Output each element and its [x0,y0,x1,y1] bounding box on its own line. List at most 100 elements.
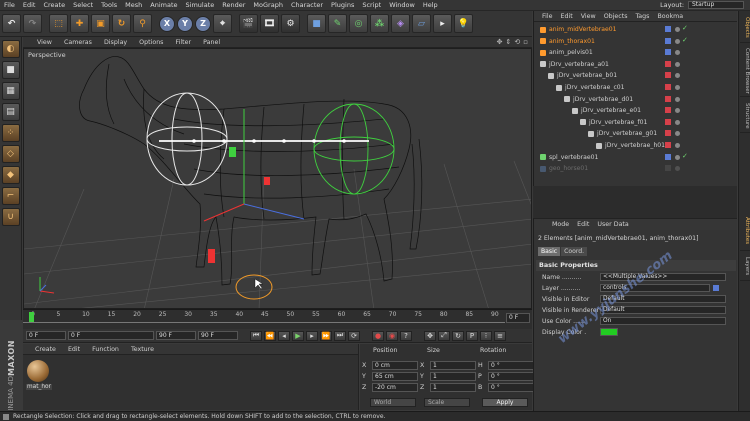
am-menu-edit[interactable]: Edit [573,221,593,228]
array-icon[interactable]: ⁂ [370,14,389,33]
render-picture-viewer-icon[interactable]: 🎞 [260,14,279,33]
visibility-dot[interactable] [675,61,680,67]
current-frame-field[interactable]: 0 F [506,313,530,323]
menu-mesh[interactable]: Mesh [121,1,146,9]
object-row[interactable]: anim_thorax01 ✓ [534,36,738,47]
layer-color-swatch[interactable] [665,60,671,67]
visibility-dot[interactable] [675,38,680,44]
menu-render[interactable]: Render [218,1,249,9]
make-editable-icon[interactable]: ◐ [1,40,20,58]
viewport-menu-filter[interactable]: Filter [169,39,197,46]
layer-color-swatch[interactable] [665,84,671,90]
key-pla-icon[interactable]: ⁝ [480,330,492,341]
object-name[interactable]: jDrv_vertebrae_c01 [565,84,625,91]
step-back-icon[interactable]: ◂ [278,330,290,341]
step-forward-icon[interactable]: ▸ [306,330,318,341]
apply-button[interactable]: Apply [482,398,528,407]
layer-color-swatch[interactable] [665,130,671,137]
last-tool-icon[interactable]: ⚲ [133,14,152,33]
viewport-menu-cameras[interactable]: Cameras [58,39,98,46]
keyframe-selection-icon[interactable]: ? [400,330,412,341]
visibility-dot[interactable] [675,143,680,148]
workplane-icon[interactable]: ▤ [1,103,20,121]
side-tab-content-browser[interactable]: Content Browser [740,45,750,97]
layer-color-swatch[interactable] [665,153,671,160]
layer-color-swatch[interactable] [665,95,671,102]
thorax-control-sphere[interactable] [146,92,228,186]
preview-max-field[interactable]: 90 F [156,331,196,340]
object-name[interactable]: geo_horse01 [549,165,588,172]
position-y-field[interactable]: 65 cm [372,372,418,381]
object-row[interactable]: jDrv_vertebrae_e01 [534,105,738,116]
bend-deformer-icon[interactable]: ◈ [391,14,410,33]
name-field[interactable]: <<Multiple Values>> [600,273,726,281]
layer-color-swatch[interactable] [665,72,671,79]
enabled-check-icon[interactable]: ✓ [682,36,688,44]
layout-dropdown[interactable]: Startup [688,1,744,9]
light-icon[interactable]: 💡 [454,14,473,33]
side-tab-layers[interactable]: Layers [740,253,750,281]
enabled-check-icon[interactable]: ✓ [682,152,688,160]
object-name[interactable]: anim_midVertebrae01 [549,26,616,33]
render-settings-icon[interactable]: ⚙ [281,14,300,33]
axis-mode-icon[interactable]: ⌐ [1,187,20,205]
menu-help[interactable]: Help [419,1,442,9]
enabled-check-icon[interactable]: ✓ [682,24,688,32]
timeline-menu-icon[interactable]: ≡ [494,330,506,341]
go-to-end-icon[interactable]: ⏭ [334,330,346,341]
material-name[interactable]: mat_hor [26,384,52,390]
visible-renderer-dropdown[interactable]: Default [600,306,726,314]
x-axis-lock-icon[interactable]: X [159,15,175,32]
object-row[interactable]: spl_vertebrae01 ✓ [534,152,738,163]
key-scale-icon[interactable]: ⤢ [438,330,450,341]
object-name[interactable]: anim_thorax01 [549,38,595,45]
use-color-dropdown[interactable]: On [600,317,726,325]
menu-file[interactable]: File [0,1,19,9]
timeline-ruler[interactable]: 051015202530354045505560657075808590 0 F [23,309,532,329]
material-menu-create[interactable]: Create [29,346,62,353]
key-rotation-icon[interactable]: ↻ [452,330,464,341]
menu-window[interactable]: Window [385,1,419,9]
menu-script[interactable]: Script [358,1,385,9]
layer-color-swatch[interactable] [665,118,671,125]
pelvis-control-sphere[interactable] [313,103,395,195]
layer-color-swatch[interactable] [665,26,671,32]
om-menu-bookmarks[interactable]: Bookma [653,13,687,20]
position-x-field[interactable]: 0 cm [372,361,418,370]
3d-viewport[interactable]: Perspective [23,48,532,309]
rotation-p-field[interactable]: 0 ° [488,372,534,381]
tab-basic[interactable]: Basic [538,247,561,256]
previous-key-icon[interactable]: ⏪ [264,330,276,341]
orbit-icon[interactable]: ⟲ [514,38,520,46]
visibility-dot[interactable] [675,85,680,90]
playhead[interactable] [29,312,34,322]
viewport-menu-panel[interactable]: Panel [197,39,226,46]
object-name[interactable]: jDrv_vertebrae_a01 [549,61,609,68]
am-menu-userdata[interactable]: User Data [593,221,632,228]
size-x-field[interactable]: 1 [430,361,476,370]
object-name[interactable]: jDrv_vertebrae_f01 [589,119,647,126]
edges-mode-icon[interactable]: ◇ [1,145,20,163]
object-row[interactable]: anim_pelvis01 [534,47,738,58]
object-row[interactable]: jDrv_vertebrae_b01 [534,70,738,81]
texture-mode-icon[interactable]: ▦ [1,82,20,100]
material-menu-function[interactable]: Function [86,346,125,353]
visibility-dot[interactable] [675,131,680,137]
layer-color-swatch[interactable] [665,37,671,44]
object-name[interactable]: jDrv_vertebrae_g01 [597,130,657,137]
object-name[interactable]: anim_pelvis01 [549,49,593,56]
material-menu-edit[interactable]: Edit [62,346,86,353]
object-row[interactable]: anim_midVertebrae01 ✓ [534,24,738,35]
size-z-field[interactable]: 1 [430,383,476,392]
coordinate-system-icon[interactable]: ⌖ [213,14,232,33]
object-name[interactable]: jDrv_vertebrae_e01 [581,107,641,114]
tab-coord[interactable]: Coord. [561,247,588,256]
render-view-icon[interactable]: 🎬 [239,14,258,33]
menu-plugins[interactable]: Plugins [327,1,358,9]
play-icon[interactable]: ▶ [292,330,304,341]
side-tab-structure[interactable]: Structure [740,99,750,133]
record-icon[interactable]: ● [372,330,384,341]
object-name[interactable]: jDrv_vertebrae_d01 [573,96,633,103]
om-menu-tags[interactable]: Tags [632,13,654,20]
autokey-icon[interactable]: ◉ [386,330,398,341]
